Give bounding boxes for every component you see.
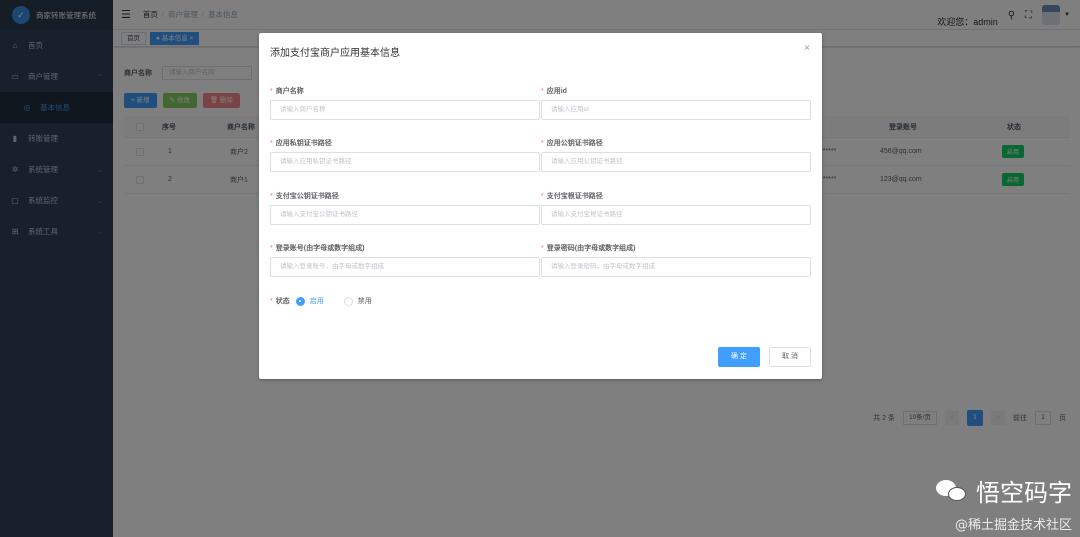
app-id-label: 应用id [546, 88, 567, 95]
field-alipay-public-key: * 支付宝公钥证书路径 请输入支付宝公钥证书路径 [270, 191, 540, 225]
field-merchant-name: * 商户名称 请输入商户名称 [270, 86, 540, 120]
dialog-footer: 确 定 取 消 [718, 347, 811, 367]
login-password-label: 登录密码(由字母或数字组成) [546, 245, 636, 252]
app-id-input[interactable]: 请输入应用id [541, 100, 811, 120]
alipay-root-cert-input[interactable]: 请输入支付宝根证书路径 [541, 205, 811, 225]
app-public-key-input[interactable]: 请输入应用公钥证书路径 [541, 152, 811, 172]
add-merchant-dialog: 添加支付宝商户应用基本信息 × * 商户名称 请输入商户名称 * 应用id 请输入应… [259, 33, 822, 379]
status-enabled-radio[interactable]: 启用 [295, 296, 324, 306]
wechat-icon [936, 478, 968, 504]
status-enabled-label[interactable]: 启用 [310, 296, 324, 306]
cancel-button[interactable]: 取 消 [769, 347, 811, 367]
field-app-public-key: * 应用公钥证书路径 请输入应用公钥证书路径 [541, 138, 811, 172]
app-private-key-input[interactable]: 请输入应用私钥证书路径 [270, 152, 540, 172]
confirm-button[interactable]: 确 定 [718, 347, 760, 367]
status-disabled-radio[interactable]: 禁用 [343, 296, 372, 306]
dialog-title: 添加支付宝商户应用基本信息 [270, 48, 400, 59]
watermark: 悟空码字 @稀土掘金技术社区 [936, 473, 1072, 533]
login-account-label: 登录账号(由字母或数字组成) [275, 245, 365, 252]
merchant-name-input[interactable]: 请输入商户名称 [270, 100, 540, 120]
status-radio-group: * 状态 启用 禁用 [270, 296, 372, 306]
field-login-account: * 登录账号(由字母或数字组成) 请输入登录账号，由字母或数字组成 [270, 243, 540, 277]
alipay-public-key-input[interactable]: 请输入支付宝公钥证书路径 [270, 205, 540, 225]
field-alipay-root-cert: * 支付宝根证书路径 请输入支付宝根证书路径 [541, 191, 811, 225]
field-login-password: * 登录密码(由字母或数字组成) 请输入登录密码，由字母或数字组成 [541, 243, 811, 277]
radio-checked-icon[interactable] [295, 296, 305, 306]
status-label: 状态 [275, 298, 290, 305]
field-app-id: * 应用id 请输入应用id [541, 86, 811, 120]
app-public-key-label: 应用公钥证书路径 [546, 140, 603, 147]
field-app-private-key: * 应用私钥证书路径 请输入应用私钥证书路径 [270, 138, 540, 172]
close-icon[interactable]: × [804, 43, 810, 54]
status-disabled-label[interactable]: 禁用 [358, 296, 372, 306]
merchant-name-label: 商户名称 [275, 88, 304, 95]
radio-unchecked-icon[interactable] [343, 296, 353, 306]
watermark-name: 悟空码字 [976, 479, 1072, 507]
login-account-input[interactable]: 请输入登录账号，由字母或数字组成 [270, 257, 540, 277]
app-private-key-label: 应用私钥证书路径 [275, 140, 332, 147]
alipay-public-key-label: 支付宝公钥证书路径 [275, 193, 339, 200]
watermark-sub: @稀土掘金技术社区 [954, 518, 1072, 533]
login-password-input[interactable]: 请输入登录密码，由字母或数字组成 [541, 257, 811, 277]
alipay-root-cert-label: 支付宝根证书路径 [546, 193, 603, 200]
